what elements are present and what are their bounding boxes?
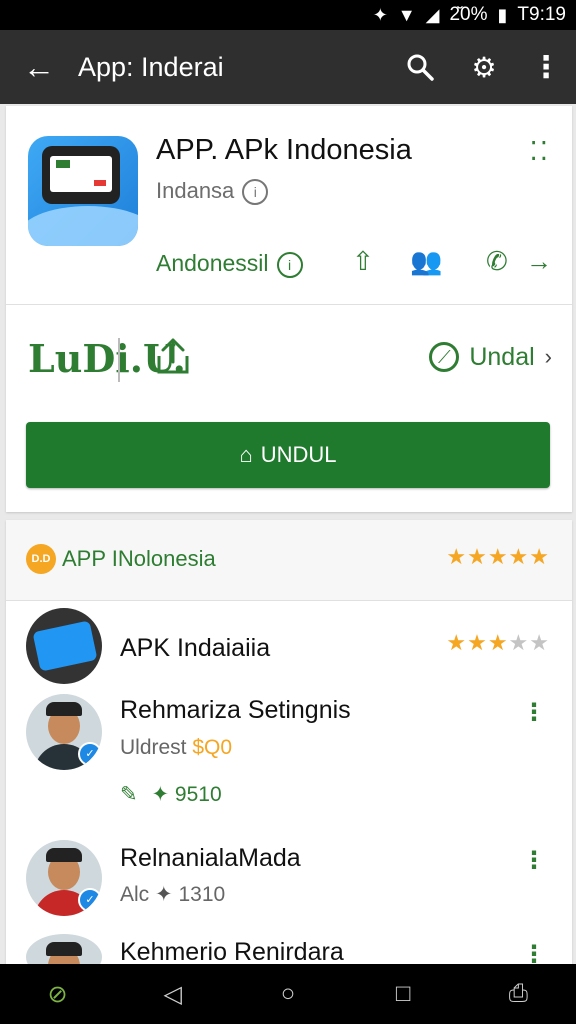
more-vert-icon[interactable]: ⋮ <box>522 846 546 875</box>
search-icon[interactable] <box>388 30 452 104</box>
recents-square-icon[interactable]: □ <box>373 980 433 1008</box>
section-badge: D.D <box>26 544 56 574</box>
review-rating-stars: ★★★★★ <box>446 630 550 655</box>
download-button[interactable]: ⌂ UNDUL <box>26 422 550 488</box>
reviewer-name: Kehmerio Renirdara <box>120 938 344 966</box>
star-pin-icon: ✦ <box>155 883 173 906</box>
forward-arrow-icon[interactable]: → <box>526 246 552 277</box>
review-sub-text: Uldrest <box>120 736 187 759</box>
phone-icon[interactable]: ✆ <box>486 246 508 277</box>
people-icon[interactable]: 👥 <box>410 246 442 277</box>
section-header: D.D APP INolonesia ★★★★★ <box>6 520 572 600</box>
app-name: APP. APk Indonesia <box>156 134 412 166</box>
reviewer-name: Rehmariza Setingnis <box>120 696 351 724</box>
category-info-icon[interactable]: i <box>276 251 303 278</box>
printer-icon[interactable]: ⎙ <box>488 980 548 1008</box>
review-title: APK Indaiaiia <box>120 634 271 662</box>
section-rating-stars: ★★★★★ <box>446 544 550 569</box>
review-sub-text: Alc <box>120 883 150 906</box>
share-icon[interactable]: ⇧ <box>352 246 374 277</box>
expand-icon[interactable]: ⁚⁚ <box>529 136 550 167</box>
review-subtitle: Alc ✦ 1310 <box>120 882 225 907</box>
verified-badge-icon: ✓ <box>78 888 102 912</box>
review-subtitle: Uldrest $Q0 <box>120 736 232 760</box>
vibrate-icon: ✦ <box>372 4 388 25</box>
download-button-label: UNDUL <box>260 442 337 467</box>
avatar: ✓ <box>26 694 102 770</box>
info-icon[interactable]: i <box>242 179 269 206</box>
signal-icon: ◢ <box>425 4 440 25</box>
divider <box>6 600 572 601</box>
review-sub-highlight: $Q0 <box>192 736 233 759</box>
more-vert-icon[interactable]: ⋮ <box>522 698 546 727</box>
verified-badge-icon: ✓ <box>78 742 102 766</box>
back-arrow-icon[interactable]: ← <box>0 30 78 104</box>
system-nav-bar: ⊘ ◁ ○ □ ⎙ <box>0 964 576 1024</box>
settings-gear-icon[interactable]: ⚙ <box>452 30 516 104</box>
category-label[interactable]: Andonessil i <box>156 250 303 278</box>
developer-name[interactable]: Indansa i <box>156 178 269 206</box>
home-icon: ⌂ <box>239 442 253 467</box>
reviewer-name: RelnanialaMada <box>120 844 301 872</box>
app-bar: ← App: Inderai ⚙ ⋮ <box>0 30 576 104</box>
install-link-label: Undal <box>469 342 535 371</box>
edit-icon: ✎ <box>120 783 138 806</box>
section-title: APP INolonesia <box>62 546 216 571</box>
app-detail-card: APP. APk Indonesia ⁚⁚ Indansa i Andonessi… <box>6 106 572 512</box>
app-actions-row: Andonessil i ⇧ 👥 ✆ → <box>156 246 556 282</box>
more-vert-icon[interactable]: ⋮ <box>516 30 576 104</box>
compass-icon: ⟋ <box>429 342 460 372</box>
divider <box>6 304 572 305</box>
clock: T9:19 <box>517 4 566 25</box>
vertical-divider <box>118 338 120 382</box>
back-triangle-icon[interactable]: ◁ <box>143 980 203 1009</box>
star-pin-icon: ✦ <box>151 783 170 806</box>
home-circle-icon[interactable]: ○ <box>258 980 318 1008</box>
category-text[interactable]: Andonessil <box>156 250 269 276</box>
battery-percent: 2̆0% <box>449 4 488 25</box>
avatar <box>26 608 102 684</box>
review-meta: ✎ ✦ 9510 <box>120 782 222 807</box>
install-link[interactable]: ⟋ Undal › <box>429 342 552 372</box>
developer-label[interactable]: Indansa <box>156 178 234 203</box>
upload-share-icon[interactable] <box>154 336 192 385</box>
review-count: 1310 <box>178 883 226 906</box>
battery-icon: ▮ <box>497 4 508 25</box>
app-bar-title: App: Inderai <box>78 51 224 82</box>
status-bar: ✦ ▼ ◢ 2̆0% ▮ T9:19 <box>0 0 576 30</box>
review-count: 9510 <box>174 783 222 806</box>
reviews-card: D.D APP INolonesia ★★★★★ APK Indaiaiia ★… <box>6 520 572 980</box>
avatar: ✓ <box>26 840 102 916</box>
chevron-right-icon: › <box>544 344 552 369</box>
app-icon <box>28 136 138 246</box>
browser-icon[interactable]: ⊘ <box>28 980 88 1009</box>
wifi-icon: ▼ <box>397 4 416 25</box>
